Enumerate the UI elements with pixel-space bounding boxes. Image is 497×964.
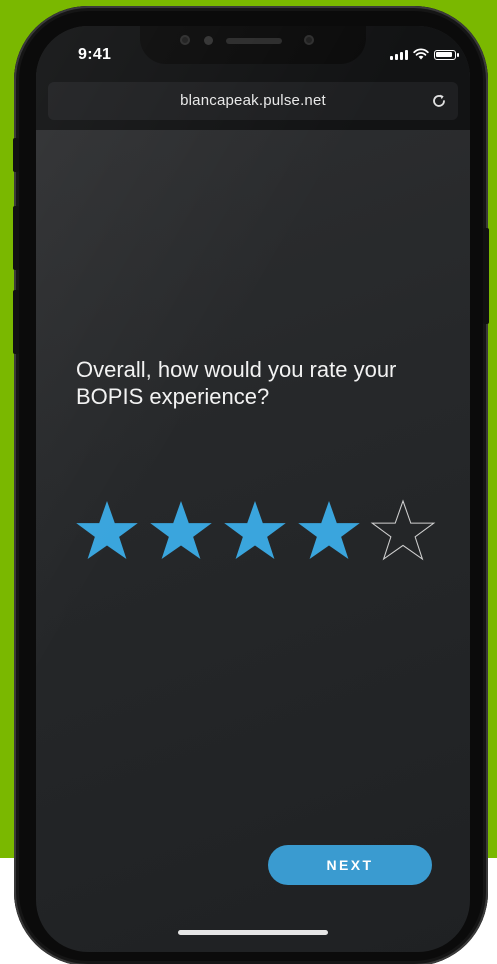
cellular-signal-icon — [390, 50, 408, 60]
url-text: blancapeak.pulse.net — [180, 92, 326, 109]
phone-screen: 9:41 blancapeak.pulse.net Overall, how w… — [36, 26, 470, 952]
star-filled-icon[interactable] — [222, 498, 288, 562]
reload-icon[interactable] — [430, 92, 448, 110]
mute-switch — [13, 138, 19, 172]
wifi-icon — [413, 48, 429, 60]
battery-icon — [434, 50, 459, 60]
star-outline-icon[interactable] — [370, 498, 436, 562]
survey-question: Overall, how would you rate your BOPIS e… — [76, 357, 397, 409]
status-icons — [390, 48, 459, 60]
home-indicator[interactable] — [178, 930, 328, 935]
proximity-sensor-icon — [204, 36, 213, 45]
address-bar[interactable]: blancapeak.pulse.net — [48, 82, 458, 120]
sensor-icon — [180, 35, 190, 45]
star-filled-icon[interactable] — [296, 498, 362, 562]
status-time: 9:41 — [78, 46, 112, 63]
earpiece-speaker — [226, 38, 282, 44]
screen-glare — [36, 26, 470, 952]
star-filled-icon[interactable] — [148, 498, 214, 562]
front-camera-icon — [304, 35, 314, 45]
power-button — [483, 228, 489, 324]
browser-chrome: 9:41 blancapeak.pulse.net — [36, 26, 470, 130]
next-button[interactable]: NEXT — [268, 845, 432, 885]
camera-notch — [140, 26, 366, 64]
volume-down-button — [13, 290, 19, 354]
volume-up-button — [13, 206, 19, 270]
star-filled-icon[interactable] — [74, 498, 140, 562]
star-rating[interactable] — [74, 498, 436, 562]
